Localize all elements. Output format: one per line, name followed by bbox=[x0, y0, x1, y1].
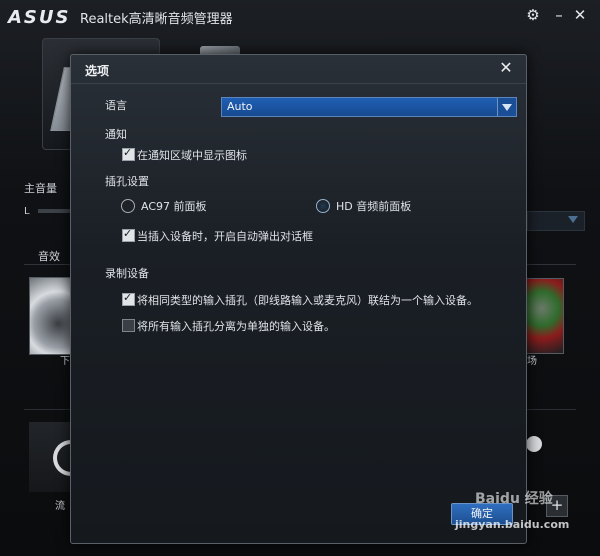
notify-checkbox-label: 在通知区域中显示图标 bbox=[137, 149, 247, 162]
dialog-title: 选项 bbox=[85, 64, 110, 78]
gear-icon[interactable]: ⚙ bbox=[524, 6, 542, 24]
master-volume-slider[interactable] bbox=[38, 209, 70, 213]
tab-effects[interactable]: 音效 bbox=[38, 248, 60, 264]
app-title: Realtek高清晰音频管理器 bbox=[80, 12, 233, 27]
notify-checkbox[interactable] bbox=[122, 146, 135, 161]
close-icon[interactable]: ✕ bbox=[571, 6, 589, 24]
separate-inputs-checkbox[interactable] bbox=[122, 319, 135, 332]
jack-section-label: 插孔设置 bbox=[105, 175, 149, 188]
watermark: Baidu 经验 jingyan.baidu.com bbox=[455, 488, 575, 536]
ac97-radio[interactable] bbox=[121, 199, 135, 213]
autopopup-checkbox-label: 当插入设备时，开启自动弹出对话框 bbox=[137, 230, 313, 243]
close-icon[interactable]: ✕ bbox=[498, 60, 514, 76]
language-select[interactable]: Auto bbox=[221, 97, 517, 117]
watermark-brand: Baidu 经验 bbox=[475, 491, 553, 507]
thumbnail-left-label: 下 bbox=[60, 356, 70, 367]
headphone-icon[interactable] bbox=[29, 422, 79, 492]
options-dialog: 选项 ✕ 语言 Auto 通知 在通知区域中显示图标 插孔设置 AC97 前面板… bbox=[70, 54, 527, 544]
environment-thumbnail-left[interactable] bbox=[29, 277, 71, 355]
chevron-down-icon[interactable] bbox=[497, 98, 516, 116]
merge-inputs-label: 将相同类型的输入插孔（即线路输入或麦克风）联结为一个输入设备。 bbox=[137, 294, 478, 307]
watermark-url: jingyan.baidu.com bbox=[455, 518, 570, 531]
asus-logo: ASUS bbox=[8, 7, 71, 28]
environment-thumbnail-right[interactable] bbox=[526, 278, 564, 354]
autopopup-checkbox[interactable] bbox=[122, 227, 135, 242]
chevron-down-icon bbox=[568, 216, 578, 223]
device-dropdown[interactable] bbox=[527, 211, 585, 231]
hd-label: HD 音频前面板 bbox=[336, 200, 412, 213]
language-value: Auto bbox=[227, 100, 253, 113]
record-section-label: 录制设备 bbox=[105, 267, 149, 280]
master-volume-label: 主音量 bbox=[24, 182, 57, 195]
master-left-label: L bbox=[24, 206, 30, 217]
headphone-label: 流 bbox=[55, 501, 65, 512]
thumbnail-right-label: 场 bbox=[527, 356, 537, 367]
dialog-header: 选项 ✕ bbox=[71, 55, 526, 84]
separate-inputs-label: 将所有输入插孔分离为单独的输入设备。 bbox=[137, 320, 335, 333]
hd-radio[interactable] bbox=[316, 199, 330, 213]
notify-section-label: 通知 bbox=[105, 128, 127, 141]
title-bar: ASUS Realtek高清晰音频管理器 ⚙ – ✕ bbox=[0, 0, 600, 32]
minimize-icon[interactable]: – bbox=[550, 6, 568, 24]
knob-icon[interactable] bbox=[526, 436, 542, 452]
ac97-label: AC97 前面板 bbox=[141, 200, 207, 213]
merge-inputs-checkbox[interactable] bbox=[122, 291, 135, 306]
language-label: 语言 bbox=[105, 99, 127, 112]
